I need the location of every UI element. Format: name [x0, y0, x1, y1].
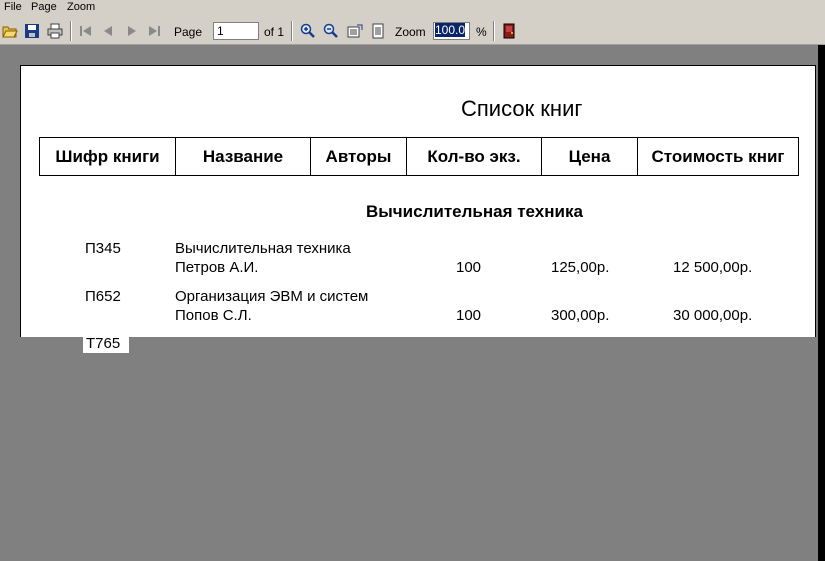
- book-code: П345: [85, 240, 121, 257]
- column-header: Кол-во экз.: [406, 137, 542, 176]
- percent-label: %: [476, 25, 487, 39]
- book-price: 125,00р.: [551, 259, 610, 276]
- book-author: Петров А.И.: [175, 259, 259, 276]
- report-header-table: Шифр книги Название Авторы Кол-во экз. Ц…: [39, 137, 799, 176]
- zoom-in-icon[interactable]: [300, 23, 316, 39]
- book-total: 30 000,00р.: [673, 307, 753, 324]
- whole-page-icon[interactable]: [370, 23, 386, 39]
- partial-row: Т765: [83, 335, 129, 353]
- next-page-icon[interactable]: [124, 23, 140, 39]
- column-header: Стоимость книг: [637, 137, 799, 176]
- page-number-input[interactable]: [213, 22, 259, 40]
- menu-page[interactable]: Page: [31, 1, 57, 13]
- zoom-input[interactable]: 100.0: [433, 22, 470, 40]
- print-icon[interactable]: [47, 23, 63, 39]
- last-page-icon[interactable]: [146, 23, 162, 39]
- report-title: Список книг: [461, 96, 583, 121]
- column-header: Авторы: [310, 137, 407, 176]
- book-code: Т765: [86, 335, 121, 352]
- book-code: П652: [85, 288, 121, 305]
- book-price: 300,00р.: [551, 307, 610, 324]
- book-quantity: 100: [456, 259, 482, 276]
- save-icon[interactable]: [24, 23, 40, 39]
- book-title: Организация ЭВМ и систем: [175, 288, 369, 305]
- zoom-out-icon[interactable]: [323, 23, 339, 39]
- menu-bar: File Page Zoom: [0, 0, 825, 16]
- page-label: Page: [174, 25, 203, 39]
- menu-file[interactable]: File: [4, 1, 22, 13]
- page-width-icon[interactable]: [347, 23, 363, 39]
- book-quantity: 100: [456, 307, 482, 324]
- section-heading: Вычислительная техника: [366, 202, 583, 221]
- exit-door-icon[interactable]: [501, 23, 517, 39]
- column-header: Шифр книги: [39, 137, 176, 176]
- column-header: Цена: [541, 137, 638, 176]
- zoom-value: 100.0: [435, 23, 466, 37]
- zoom-label: Zoom: [395, 25, 426, 39]
- scrollbar[interactable]: [818, 45, 825, 561]
- first-page-icon[interactable]: [78, 23, 94, 39]
- page-of-label: of 1: [264, 25, 285, 39]
- toolbar: Page of 1 Zoom %: [0, 16, 825, 45]
- book-author: Попов С.Л.: [175, 307, 252, 324]
- menu-zoom[interactable]: Zoom: [67, 1, 95, 13]
- open-folder-icon[interactable]: [2, 23, 18, 39]
- book-total: 12 500,00р.: [673, 259, 753, 276]
- column-header: Название: [175, 137, 311, 176]
- book-title: Вычислительная техника: [175, 240, 351, 257]
- prev-page-icon[interactable]: [100, 23, 116, 39]
- report-page: Список книг Шифр книги Название Авторы К…: [20, 65, 816, 337]
